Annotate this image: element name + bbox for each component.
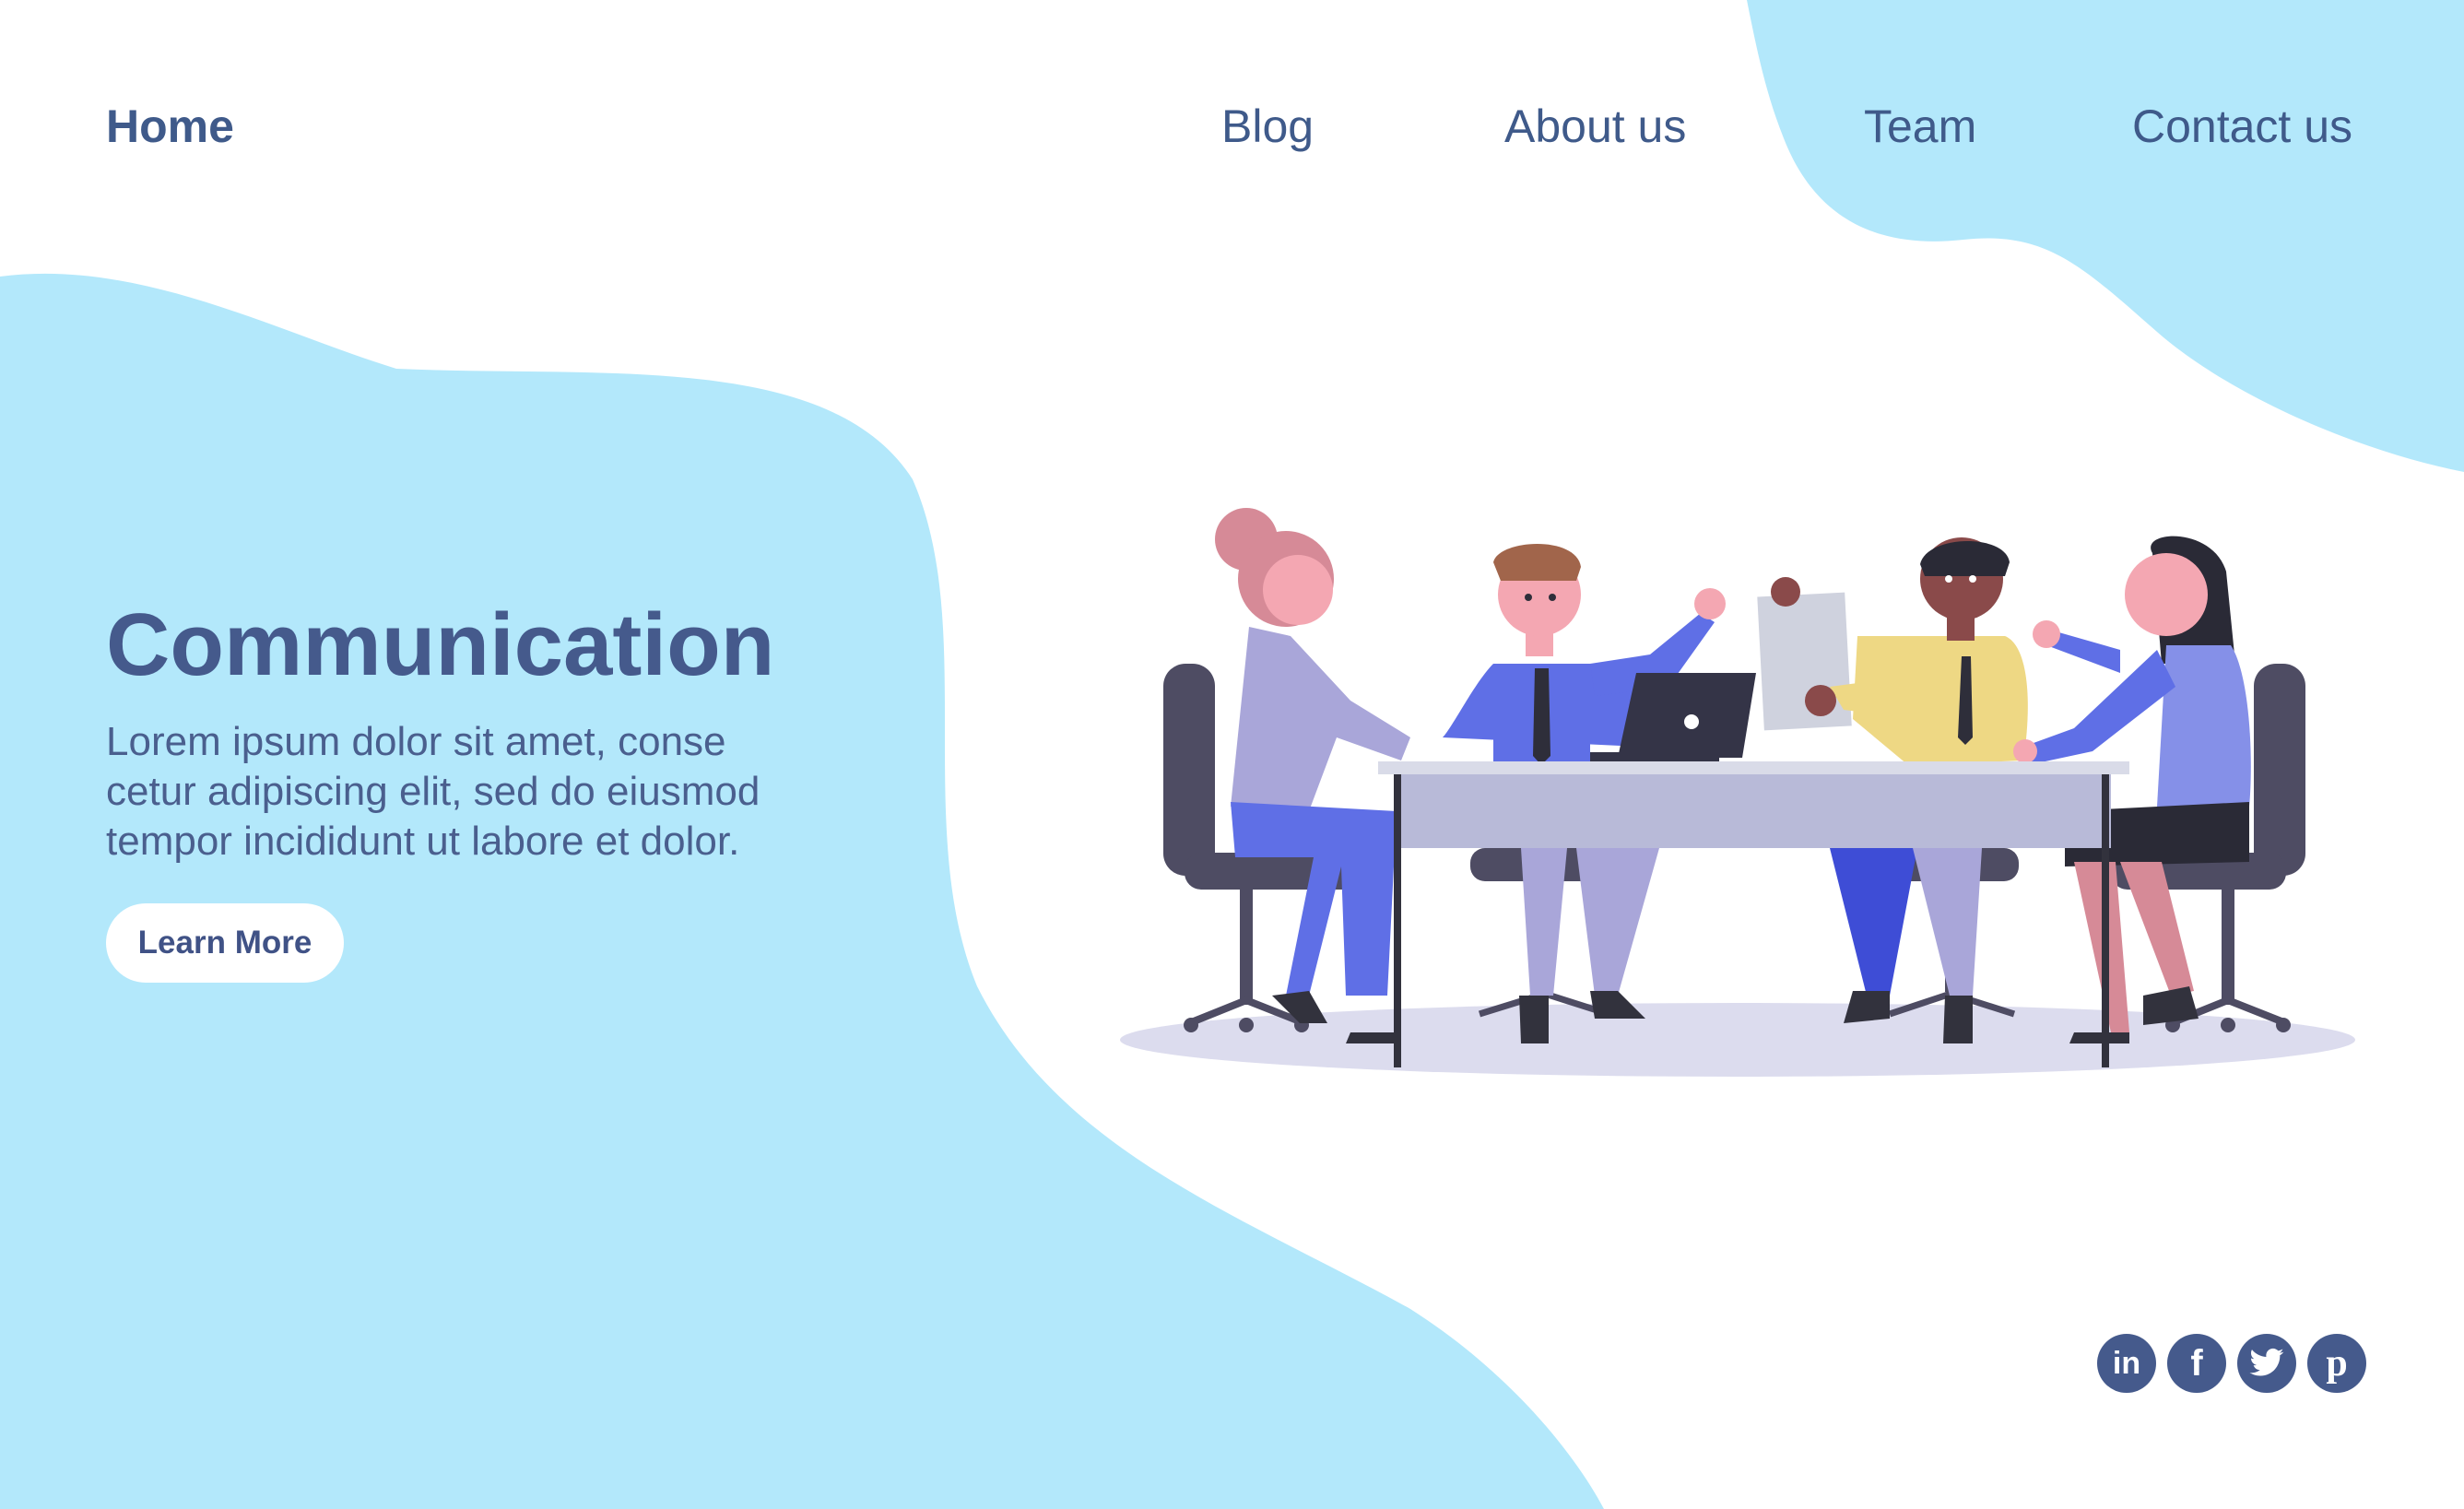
pinterest-icon[interactable]: p xyxy=(2307,1334,2366,1393)
linkedin-icon[interactable]: in xyxy=(2097,1334,2156,1393)
nav-home-link[interactable]: Home xyxy=(106,100,234,153)
nav-contact-link[interactable]: Contact us xyxy=(2132,100,2352,153)
nav-team-link[interactable]: Team xyxy=(1864,100,1976,153)
twitter-bird-icon xyxy=(2249,1348,2284,1376)
meeting-illustration xyxy=(1120,508,2355,1077)
hero-description: Lorem ipsum dolor sit amet, conse cetur … xyxy=(106,717,807,866)
social-links: in f p xyxy=(2097,1334,2366,1397)
nav-about-link[interactable]: About us xyxy=(1504,100,1686,153)
facebook-icon[interactable]: f xyxy=(2167,1334,2226,1393)
linkedin-glyph: in xyxy=(2112,1345,2141,1381)
hero-description-line: cetur adipiscing elit, sed do eiusmod xyxy=(106,769,760,814)
twitter-icon[interactable] xyxy=(2237,1334,2296,1393)
nav-blog-link[interactable]: Blog xyxy=(1221,100,1314,153)
hero-description-line: Lorem ipsum dolor sit amet, conse xyxy=(106,719,726,764)
pinterest-glyph: p xyxy=(2326,1342,2348,1385)
facebook-glyph: f xyxy=(2190,1342,2203,1384)
learn-more-button[interactable]: Learn More xyxy=(106,903,344,983)
hero-title: Communication xyxy=(106,595,775,694)
hero-description-line: tempor incididunt ut labore et dolor. xyxy=(106,819,740,864)
